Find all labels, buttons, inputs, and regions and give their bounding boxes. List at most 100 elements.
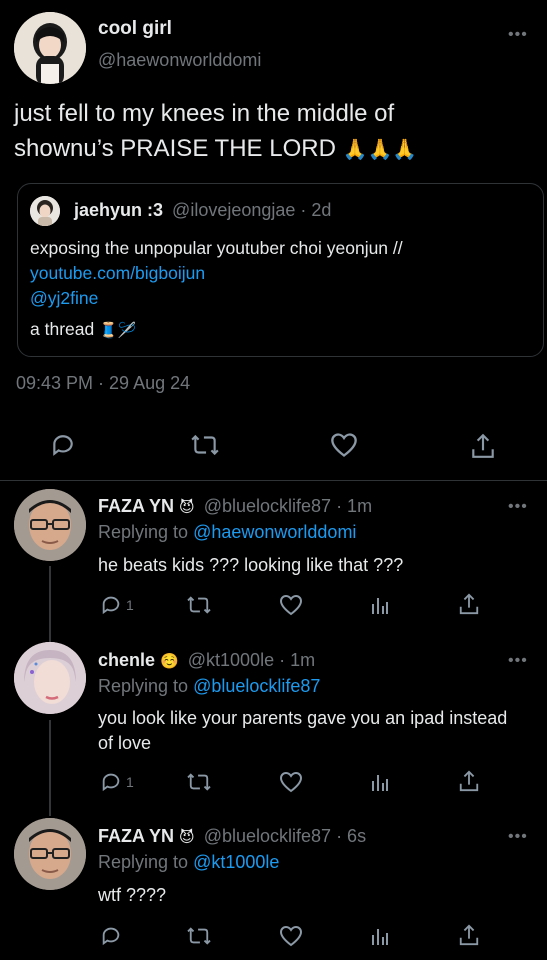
display-name[interactable]: cool girl	[98, 18, 172, 40]
share-button[interactable]	[458, 592, 480, 616]
share-button[interactable]	[470, 432, 496, 460]
analytics-icon	[372, 929, 388, 945]
more-dots-icon[interactable]: •••	[508, 653, 528, 669]
reply-avatar-image	[14, 489, 86, 561]
reply-avatar[interactable]	[14, 818, 86, 890]
like-button[interactable]	[279, 594, 303, 616]
reply-handle[interactable]: @bluelocklife87	[204, 496, 331, 516]
quote-body: exposing the unpopular youtuber choi yeo…	[30, 236, 403, 343]
quote-display-name: jaehyun :3	[74, 200, 164, 220]
quote-avatar	[30, 196, 60, 226]
reply-button[interactable]	[50, 432, 76, 458]
like-button[interactable]	[279, 925, 303, 947]
analytics-button[interactable]	[370, 594, 390, 616]
more-dots-icon[interactable]: •••	[508, 27, 528, 43]
tweet-text-line2: shownu’s PRAISE THE LORD 🙏🙏🙏	[14, 131, 417, 168]
replying-to-prefix: Replying to	[98, 676, 189, 696]
retweet-button[interactable]	[186, 925, 212, 947]
analytics-button[interactable]	[370, 925, 390, 947]
quote-mention[interactable]: @yj2fine	[30, 286, 403, 311]
reply-display-name[interactable]: chenle	[98, 650, 155, 670]
comment-icon	[102, 773, 120, 792]
retweet-icon	[187, 927, 211, 945]
thread-line	[49, 720, 51, 816]
share-icon	[459, 924, 479, 946]
comment-icon	[102, 596, 120, 615]
reply-text: he beats kids ??? looking like that ???	[98, 555, 404, 575]
reply-avatar-image	[14, 642, 86, 714]
heart-icon	[279, 771, 303, 793]
reply-text: you look like your parents gave you an i…	[98, 708, 508, 753]
devil-emoji: 😈	[179, 829, 195, 846]
reply-header: chenle ☺️ @kt1000le · 1m	[98, 650, 315, 671]
reply-handle[interactable]: @bluelocklife87	[204, 826, 331, 846]
retweet-button[interactable]	[190, 432, 220, 458]
timestamp[interactable]: 09:43 PM · 29 Aug 24	[16, 373, 190, 394]
quoted-tweet[interactable]: jaehyun :3 @ilovejeongjae · 2d exposing …	[17, 183, 544, 357]
quote-line4: a thread	[30, 319, 95, 339]
reply-button[interactable]: 1	[100, 594, 134, 616]
avatar[interactable]	[14, 12, 86, 84]
reply-handle[interactable]: @kt1000le	[188, 650, 274, 670]
reply-time: · 1m	[336, 496, 373, 516]
main-actions	[0, 428, 547, 464]
reply-button[interactable]: 1	[100, 771, 134, 793]
reply-button[interactable]	[100, 925, 122, 947]
reply-avatar-image	[14, 818, 86, 890]
tweet-text: just fell to my knees in the middle of s…	[14, 96, 417, 168]
retweet-icon	[187, 773, 211, 791]
thread-line	[49, 566, 51, 642]
quote-handle: @ilovejeongjae	[172, 200, 296, 220]
divider	[0, 480, 547, 481]
tweet-text-line2-text: shownu’s PRAISE THE LORD	[14, 135, 336, 162]
share-icon	[472, 433, 494, 458]
handle[interactable]: @haewonworlddomi	[98, 50, 261, 71]
reply-time: · 6s	[336, 826, 367, 846]
tweet-text-line1: just fell to my knees in the middle of	[14, 100, 395, 127]
reply-avatar[interactable]	[14, 489, 86, 561]
heart-icon	[279, 925, 303, 947]
reply-header: FAZA YN 😈 @bluelocklife87 · 6s	[98, 826, 366, 847]
more-dots-icon[interactable]: •••	[508, 829, 528, 845]
thread-needle-emoji: 🧵🪡	[99, 322, 137, 339]
quote-link[interactable]: youtube.com/bigboijun	[30, 261, 403, 286]
reply-avatar[interactable]	[14, 642, 86, 714]
replying-to: Replying to @bluelocklife87	[98, 676, 320, 697]
analytics-icon	[372, 598, 388, 614]
quote-time: · 2d	[300, 200, 332, 220]
more-dots-icon[interactable]: •••	[508, 499, 528, 515]
heart-icon	[331, 433, 357, 457]
analytics-button[interactable]	[370, 771, 390, 793]
reply-display-name[interactable]: FAZA YN	[98, 496, 174, 516]
reply-count: 1	[126, 597, 134, 613]
praying-hands-emoji: 🙏🙏🙏	[342, 139, 418, 161]
replying-to: Replying to @kt1000le	[98, 852, 279, 873]
avatar-image	[14, 12, 86, 84]
reply-display-name[interactable]: FAZA YN	[98, 826, 174, 846]
analytics-icon	[372, 775, 388, 791]
quote-line4-row: a thread 🧵🪡	[30, 317, 403, 343]
like-button[interactable]	[330, 432, 358, 458]
smiling-emoji: ☺️	[160, 653, 179, 670]
retweet-button[interactable]	[186, 594, 212, 616]
quote-avatar-image	[30, 196, 60, 226]
replying-to-handle[interactable]: @bluelocklife87	[193, 676, 320, 696]
quote-line1: exposing the unpopular youtuber choi yeo…	[30, 238, 403, 258]
reply-count: 1	[126, 774, 134, 790]
share-icon	[459, 770, 479, 792]
share-button[interactable]	[458, 769, 480, 793]
reply-header: FAZA YN 😈 @bluelocklife87 · 1m	[98, 496, 372, 517]
heart-icon	[279, 594, 303, 616]
devil-emoji: 😈	[179, 499, 195, 516]
share-button[interactable]	[458, 923, 480, 947]
share-icon	[459, 593, 479, 615]
replying-to-handle[interactable]: @kt1000le	[193, 852, 279, 872]
replying-to: Replying to @haewonworlddomi	[98, 522, 356, 543]
replying-to-prefix: Replying to	[98, 522, 189, 542]
retweet-button[interactable]	[186, 771, 212, 793]
replying-to-prefix: Replying to	[98, 852, 189, 872]
like-button[interactable]	[279, 771, 303, 793]
comment-icon	[102, 927, 120, 946]
replying-to-handle[interactable]: @haewonworlddomi	[193, 522, 356, 542]
comment-icon	[53, 435, 73, 456]
